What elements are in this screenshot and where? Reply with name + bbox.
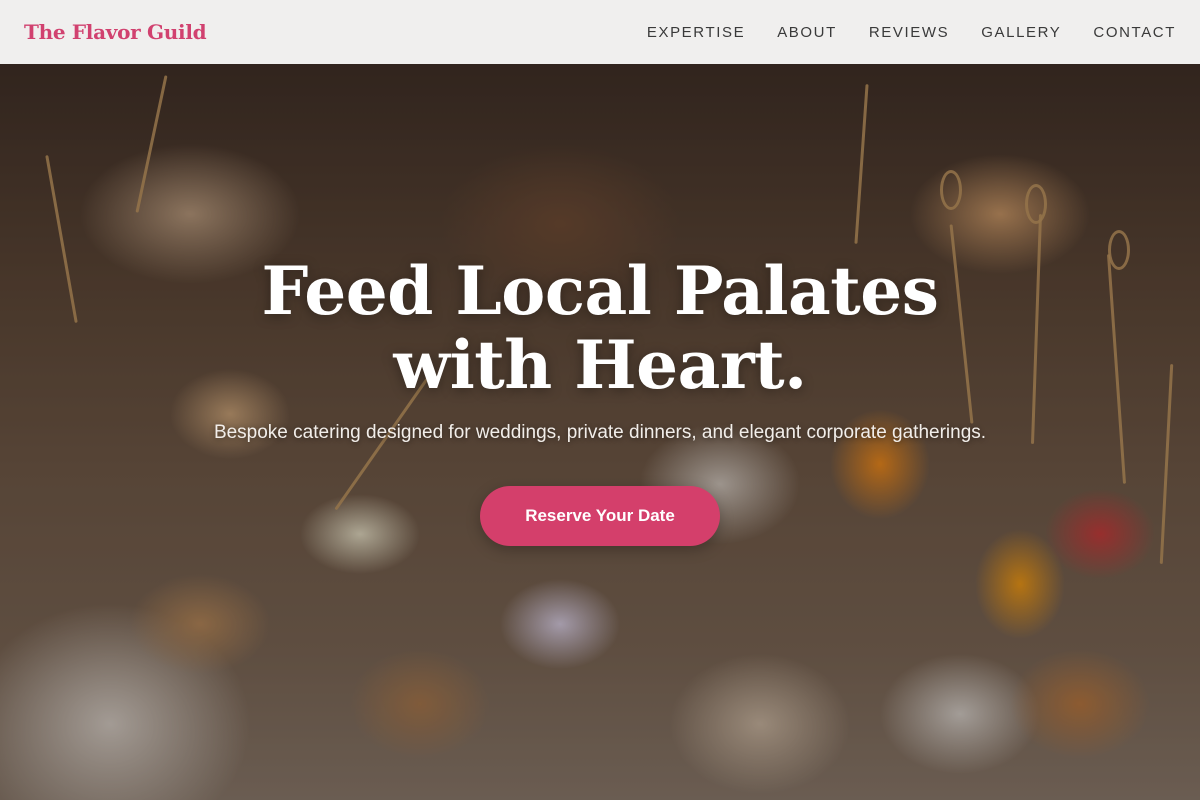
nav-link-contact[interactable]: CONTACT	[1093, 24, 1176, 41]
nav-link-expertise[interactable]: EXPERTISE	[647, 24, 745, 41]
nav-link-reviews[interactable]: REVIEWS	[869, 24, 949, 41]
brand-logo[interactable]: The Flavor Guild	[24, 20, 207, 44]
hero-subtitle: Bespoke catering designed for weddings, …	[213, 422, 987, 443]
site-header: The Flavor Guild EXPERTISE ABOUT REVIEWS…	[0, 0, 1200, 64]
hero-content: Feed Local Palates with Heart. Bespoke c…	[0, 254, 1200, 546]
hero-title: Feed Local Palates with Heart.	[261, 252, 939, 404]
reserve-date-button[interactable]: Reserve Your Date	[480, 486, 720, 546]
nav-link-about[interactable]: ABOUT	[777, 24, 837, 41]
landing-page: The Flavor Guild EXPERTISE ABOUT REVIEWS…	[0, 0, 1200, 800]
main-nav: EXPERTISE ABOUT REVIEWS GALLERY CONTACT	[647, 24, 1176, 41]
nav-link-gallery[interactable]: GALLERY	[981, 24, 1061, 41]
